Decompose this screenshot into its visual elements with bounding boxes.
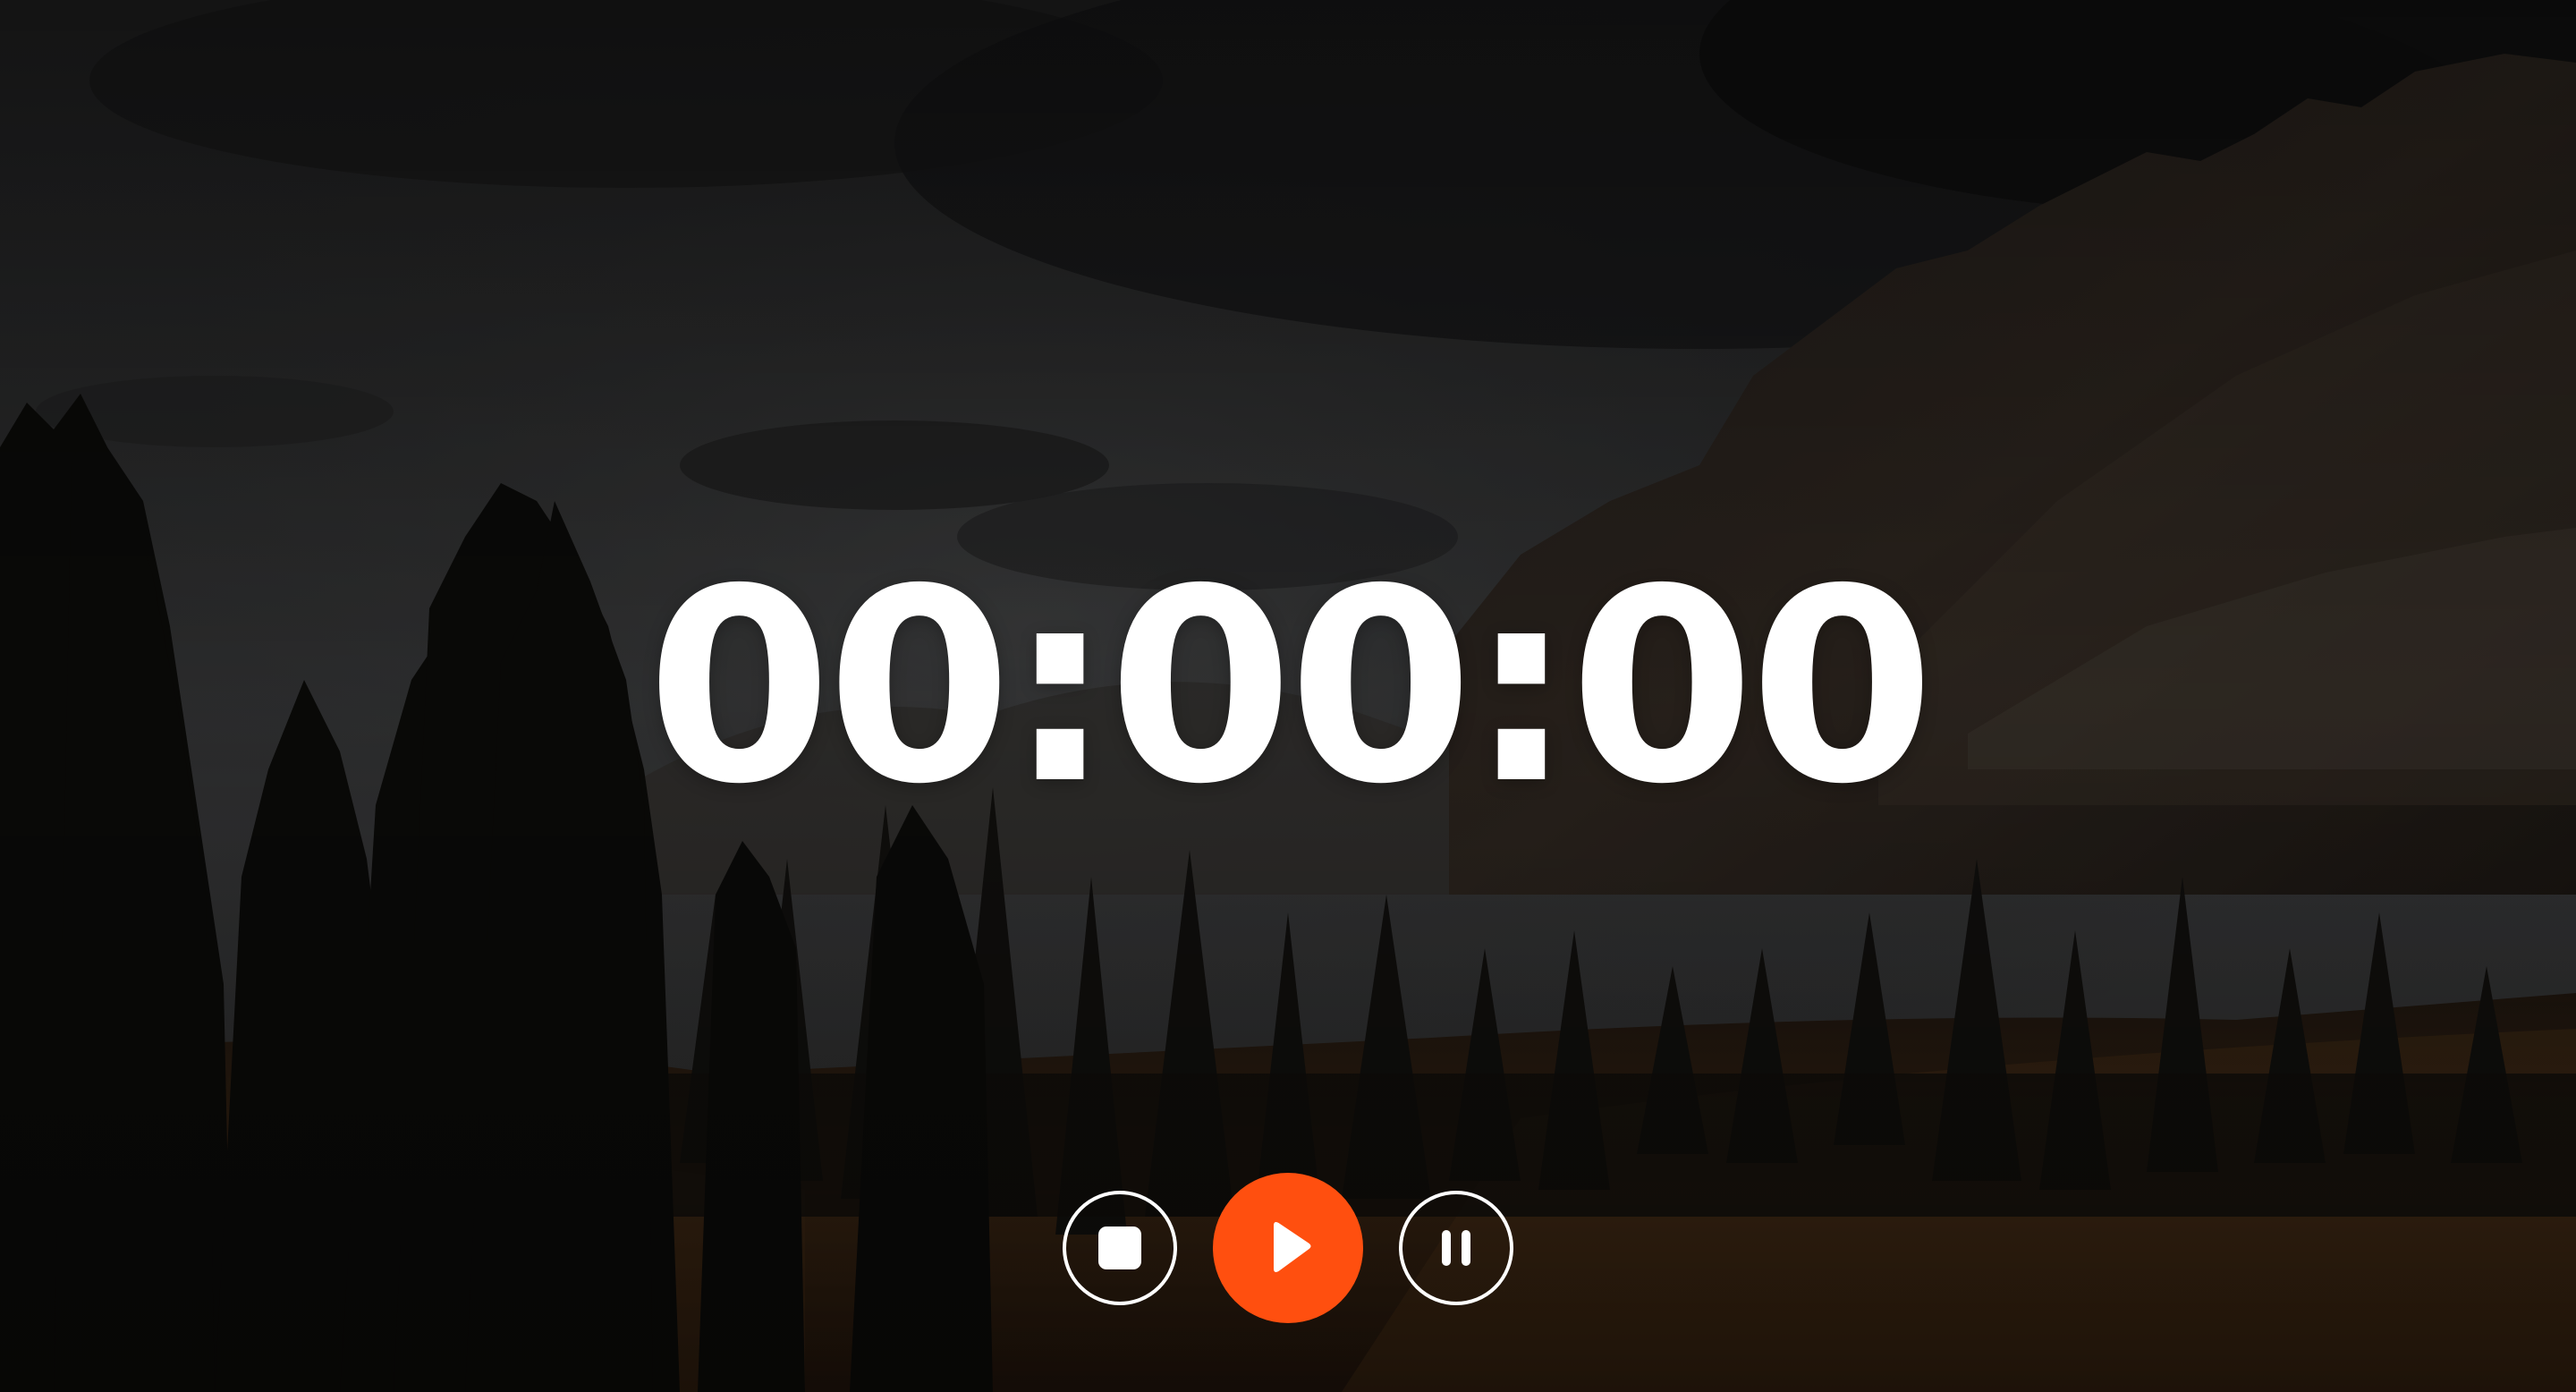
stop-icon <box>1098 1226 1141 1269</box>
timer-screen: 00:00:00 <box>0 0 2576 1392</box>
stop-button[interactable] <box>1063 1191 1177 1305</box>
pause-icon <box>1442 1230 1470 1266</box>
timer-display: 00:00:00 <box>646 532 1935 843</box>
timer-controls <box>0 1172 2576 1324</box>
play-button[interactable] <box>1213 1173 1363 1323</box>
pause-button[interactable] <box>1399 1191 1513 1305</box>
play-icon <box>1274 1222 1311 1272</box>
